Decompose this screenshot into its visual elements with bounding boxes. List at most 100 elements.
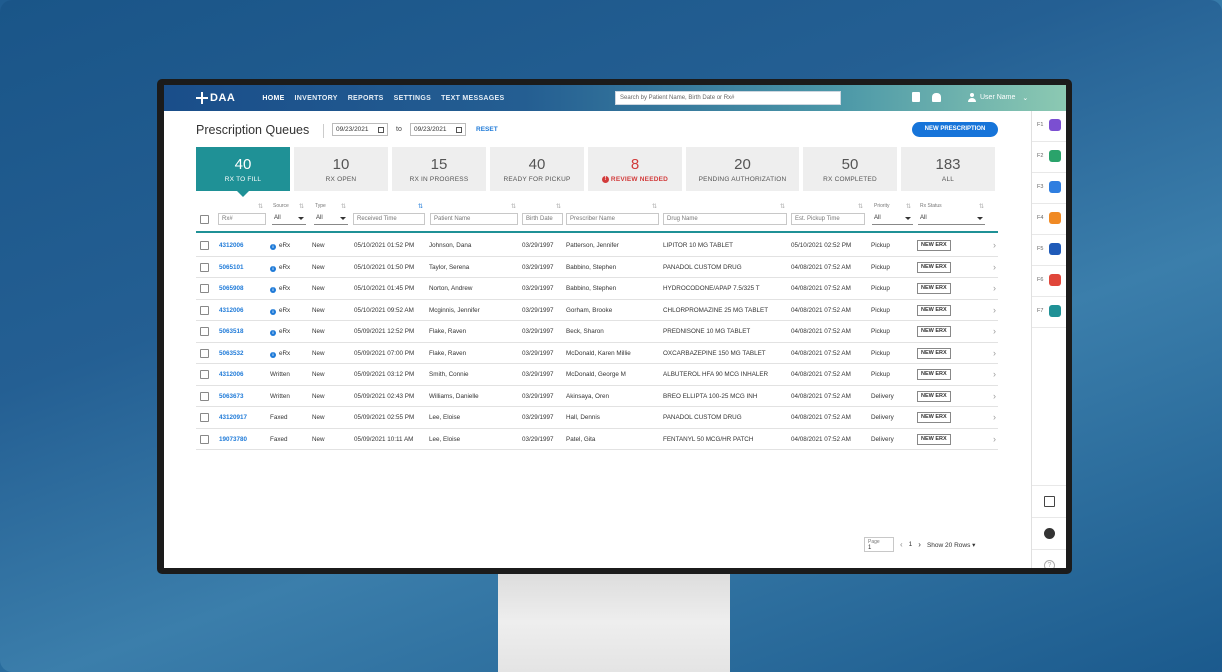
received-time-filter[interactable]: Received Time	[353, 213, 425, 225]
table-row[interactable]: 5065101 i eRx New 05/10/2021 01:50 PM Taylor,…	[196, 257, 998, 278]
sort-patient-icon[interactable]: ⇅	[511, 203, 516, 210]
page-input[interactable]: Page 1	[864, 537, 894, 552]
date-to-input[interactable]: 09/23/2021	[410, 123, 466, 136]
cell-rx[interactable]: 43120917	[219, 414, 247, 421]
tile-all[interactable]: 183 ALL	[901, 147, 995, 191]
prev-page-icon[interactable]: ‹	[900, 540, 903, 549]
table-row[interactable]: 5063532 i eRx New 05/09/2021 07:00 PM Flake, …	[196, 343, 998, 364]
new-prescription-button[interactable]: NEW PRESCRIPTION	[912, 122, 998, 137]
chevron-right-icon[interactable]: ›	[993, 369, 996, 379]
sort-birth-icon[interactable]: ⇅	[556, 203, 561, 210]
row-checkbox[interactable]	[200, 284, 209, 293]
sort-received-icon[interactable]: ⇅	[418, 203, 423, 210]
sort-pickup-icon[interactable]: ⇅	[858, 203, 863, 210]
chevron-right-icon[interactable]: ›	[993, 391, 996, 401]
nav-reports[interactable]: REPORTS	[343, 95, 389, 102]
drug-name-filter[interactable]: Drug Name	[663, 213, 787, 225]
user-menu[interactable]: User Name ⌄	[968, 93, 1028, 102]
cell-rx[interactable]: 4312006	[219, 371, 244, 378]
rail-item-f7[interactable]: F7	[1032, 297, 1066, 328]
info-icon[interactable]: i	[270, 244, 276, 250]
row-checkbox[interactable]	[200, 262, 209, 272]
help-button[interactable]: ?	[1032, 549, 1066, 568]
logo[interactable]: DAA	[196, 92, 235, 104]
sort-status-icon[interactable]: ⇅	[979, 203, 984, 210]
info-icon[interactable]: i	[270, 308, 276, 315]
rail-item-f4[interactable]: F4	[1032, 204, 1066, 235]
cell-rx[interactable]: 5065908	[219, 285, 244, 292]
patient-name-filter[interactable]: Patient Name	[430, 213, 518, 225]
chevron-right-icon[interactable]: ›	[993, 283, 996, 293]
type-filter-select[interactable]: All	[314, 213, 348, 225]
chevron-right-icon[interactable]: ›	[993, 326, 996, 336]
row-checkbox[interactable]	[200, 391, 209, 401]
row-checkbox[interactable]	[200, 327, 209, 336]
info-icon[interactable]: i	[270, 330, 276, 336]
chevron-right-icon[interactable]: ›	[993, 434, 996, 444]
tile-rx-completed[interactable]: 50 RX COMPLETED	[803, 147, 897, 191]
status-filter-select[interactable]: All	[918, 213, 985, 225]
source-filter-select[interactable]: All	[272, 213, 306, 225]
priority-filter-select[interactable]: All	[872, 213, 913, 225]
chevron-right-icon[interactable]: ›	[993, 240, 996, 250]
table-row[interactable]: 4312006 Written New 05/09/2021 03:12 PM Smit…	[196, 364, 998, 386]
rail-item-f6[interactable]: F6	[1032, 266, 1066, 297]
chevron-right-icon[interactable]: ›	[993, 348, 996, 358]
row-checkbox[interactable]	[200, 305, 209, 315]
rx-filter-input[interactable]: Rx#	[218, 213, 266, 225]
sort-source-icon[interactable]: ⇅	[299, 203, 304, 210]
rail-item-f5[interactable]: F5	[1032, 235, 1066, 266]
calculator-button[interactable]	[1032, 485, 1066, 517]
tile-ready-for-pickup[interactable]: 40 READY FOR PICKUP	[490, 147, 584, 191]
info-icon[interactable]: i	[270, 265, 276, 272]
next-page-icon[interactable]: ›	[918, 540, 921, 549]
document-icon[interactable]	[912, 92, 920, 102]
nav-settings[interactable]: SETTINGS	[389, 95, 436, 102]
tile-rx-in-progress[interactable]: 15 RX IN PROGRESS	[392, 147, 486, 191]
chevron-right-icon[interactable]: ›	[993, 305, 996, 315]
search-input[interactable]: Search by Patient Name, Birth Date or Rx…	[615, 91, 841, 105]
cell-rx[interactable]: 5063532	[219, 350, 244, 357]
date-from-input[interactable]: 09/23/2021	[332, 123, 388, 136]
table-row[interactable]: 19073780 Faxed New 05/09/2021 10:11 AM Lee, …	[196, 429, 998, 450]
row-checkbox[interactable]	[200, 370, 209, 379]
chevron-right-icon[interactable]: ›	[993, 262, 996, 272]
bell-icon[interactable]	[932, 92, 941, 102]
table-row[interactable]: 4312006 i eRx New 05/10/2021 09:52 AM Mcginni…	[196, 300, 998, 321]
tile-review-needed[interactable]: 8 ! REVIEW NEEDED	[588, 147, 682, 191]
rail-item-f1[interactable]: F1	[1032, 111, 1066, 142]
cell-rx[interactable]: 5063518	[219, 328, 244, 335]
pie-chart-button[interactable]	[1032, 517, 1066, 549]
row-checkbox[interactable]	[200, 241, 209, 250]
rail-item-f2[interactable]: F2	[1032, 142, 1066, 173]
tile-rx-open[interactable]: 10 RX OPEN	[294, 147, 388, 191]
chevron-right-icon[interactable]: ›	[993, 412, 996, 422]
cell-rx[interactable]: 4312006	[219, 307, 244, 314]
nav-home[interactable]: HOME	[257, 95, 289, 102]
select-all-checkbox[interactable]	[200, 215, 209, 224]
cell-rx[interactable]: 4312006	[219, 242, 244, 249]
cell-rx[interactable]: 5063673	[219, 393, 244, 400]
sort-drug-icon[interactable]: ⇅	[780, 203, 785, 210]
sort-rx-icon[interactable]: ⇅	[258, 203, 263, 210]
cell-rx[interactable]: 19073780	[219, 436, 247, 443]
info-icon[interactable]: i	[270, 351, 276, 358]
nav-text-messages[interactable]: TEXT MESSAGES	[436, 95, 509, 102]
table-row[interactable]: 5065908 i eRx New 05/10/2021 01:45 PM Norton,…	[196, 278, 998, 300]
prescriber-name-filter[interactable]: Prescriber Name	[566, 213, 659, 225]
row-checkbox[interactable]	[200, 434, 209, 444]
sort-priority-icon[interactable]: ⇅	[906, 203, 911, 210]
tile-rx-to-fill[interactable]: 40 RX TO FILL	[196, 147, 290, 197]
info-icon[interactable]: i	[270, 287, 276, 293]
sort-prescriber-icon[interactable]: ⇅	[652, 203, 657, 210]
row-checkbox[interactable]	[200, 413, 209, 422]
reset-link[interactable]: RESET	[476, 126, 498, 133]
birth-date-filter[interactable]: Birth Date	[522, 213, 563, 225]
table-row[interactable]: 5063673 Written New 05/09/2021 02:43 PM Will…	[196, 386, 998, 407]
table-row[interactable]: 4312006 i eRx New 05/10/2021 01:52 PM Johnson…	[196, 235, 998, 257]
row-checkbox[interactable]	[200, 348, 209, 358]
nav-inventory[interactable]: INVENTORY	[290, 95, 343, 102]
sort-type-icon[interactable]: ⇅	[341, 203, 346, 210]
cell-rx[interactable]: 5065101	[219, 264, 244, 271]
table-row[interactable]: 43120917 Faxed New 05/09/2021 02:55 PM Lee, …	[196, 407, 998, 429]
